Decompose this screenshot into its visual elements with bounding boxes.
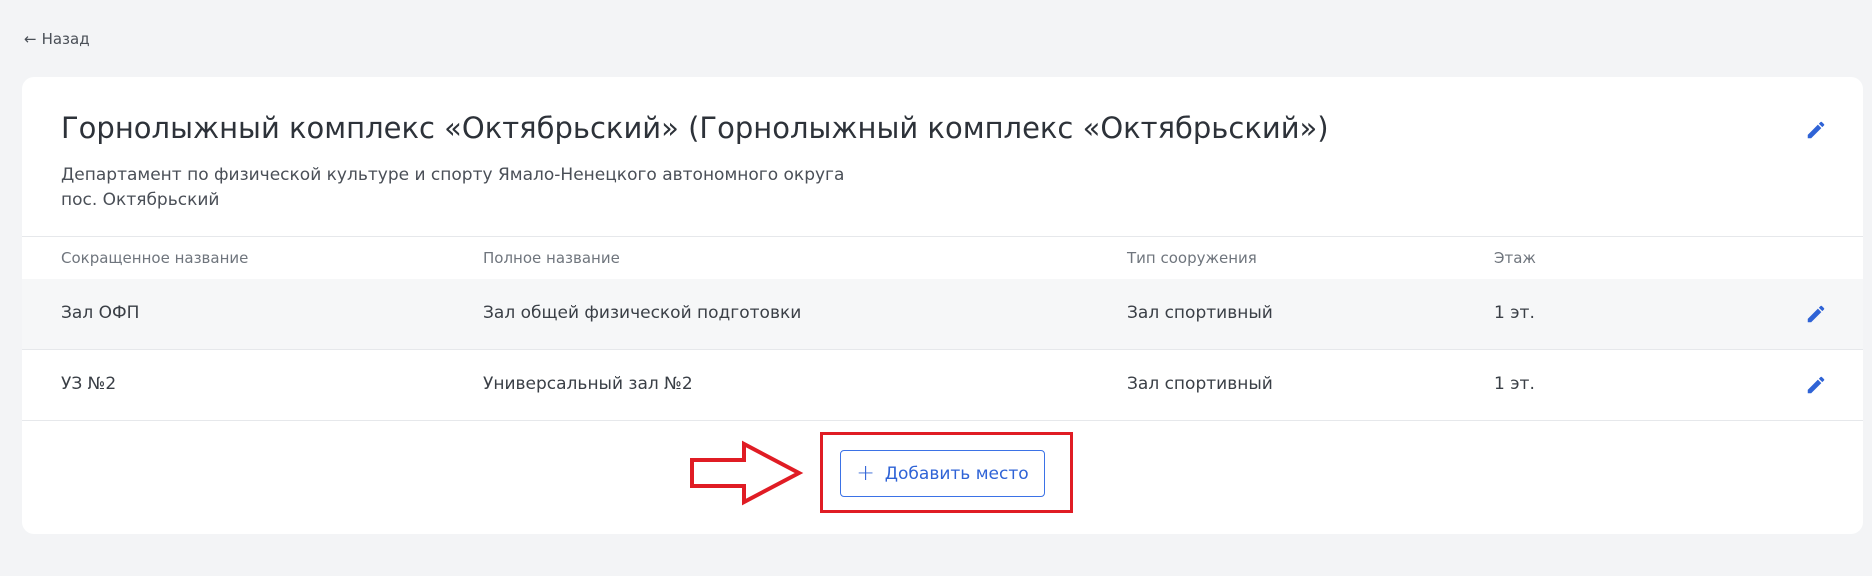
back-link[interactable]: ← Назад [24,30,90,48]
table-row[interactable]: Зал ОФП Зал общей физической подготовки … [22,279,1863,350]
column-header-full-name: Полное название [483,249,620,267]
pencil-icon [1807,121,1825,139]
arrow-left-icon: ← [24,29,37,48]
table-header: Сокращенное название Полное название Тип… [22,236,1863,280]
table-row[interactable]: УЗ №2 Универсальный зал №2 Зал спортивны… [22,350,1863,421]
cell-short-name: Зал ОФП [61,303,140,323]
cell-type: Зал спортивный [1127,303,1273,323]
pencil-icon [1807,376,1825,394]
facility-location: пос. Октябрьский [61,190,220,210]
column-header-type: Тип сооружения [1127,249,1257,267]
edit-row-button[interactable] [1805,374,1827,396]
facility-subtitle: Департамент по физической культуре и спо… [61,163,844,213]
back-link-label: Назад [41,30,90,48]
edit-row-button[interactable] [1805,303,1827,325]
column-header-short-name: Сокращенное название [61,249,249,267]
facility-department: Департамент по физической культуре и спо… [61,165,845,185]
edit-facility-button[interactable] [1805,119,1827,141]
cell-full-name: Универсальный зал №2 [483,374,693,394]
plus-icon: + [856,460,875,486]
add-place-button[interactable]: + Добавить место [840,450,1045,497]
page-title: Горнолыжный комплекс «Октябрьский» (Горн… [61,111,1329,145]
cell-full-name: Зал общей физической подготовки [483,303,802,323]
cell-floor: 1 эт. [1494,303,1535,323]
cell-type: Зал спортивный [1127,374,1273,394]
cell-short-name: УЗ №2 [61,374,117,394]
column-header-floor: Этаж [1494,249,1536,267]
red-arrow-icon [689,440,805,506]
facility-card: Горнолыжный комплекс «Октябрьский» (Горн… [22,77,1863,534]
cell-floor: 1 эт. [1494,374,1535,394]
add-place-label: Добавить место [884,463,1029,484]
pencil-icon [1807,305,1825,323]
